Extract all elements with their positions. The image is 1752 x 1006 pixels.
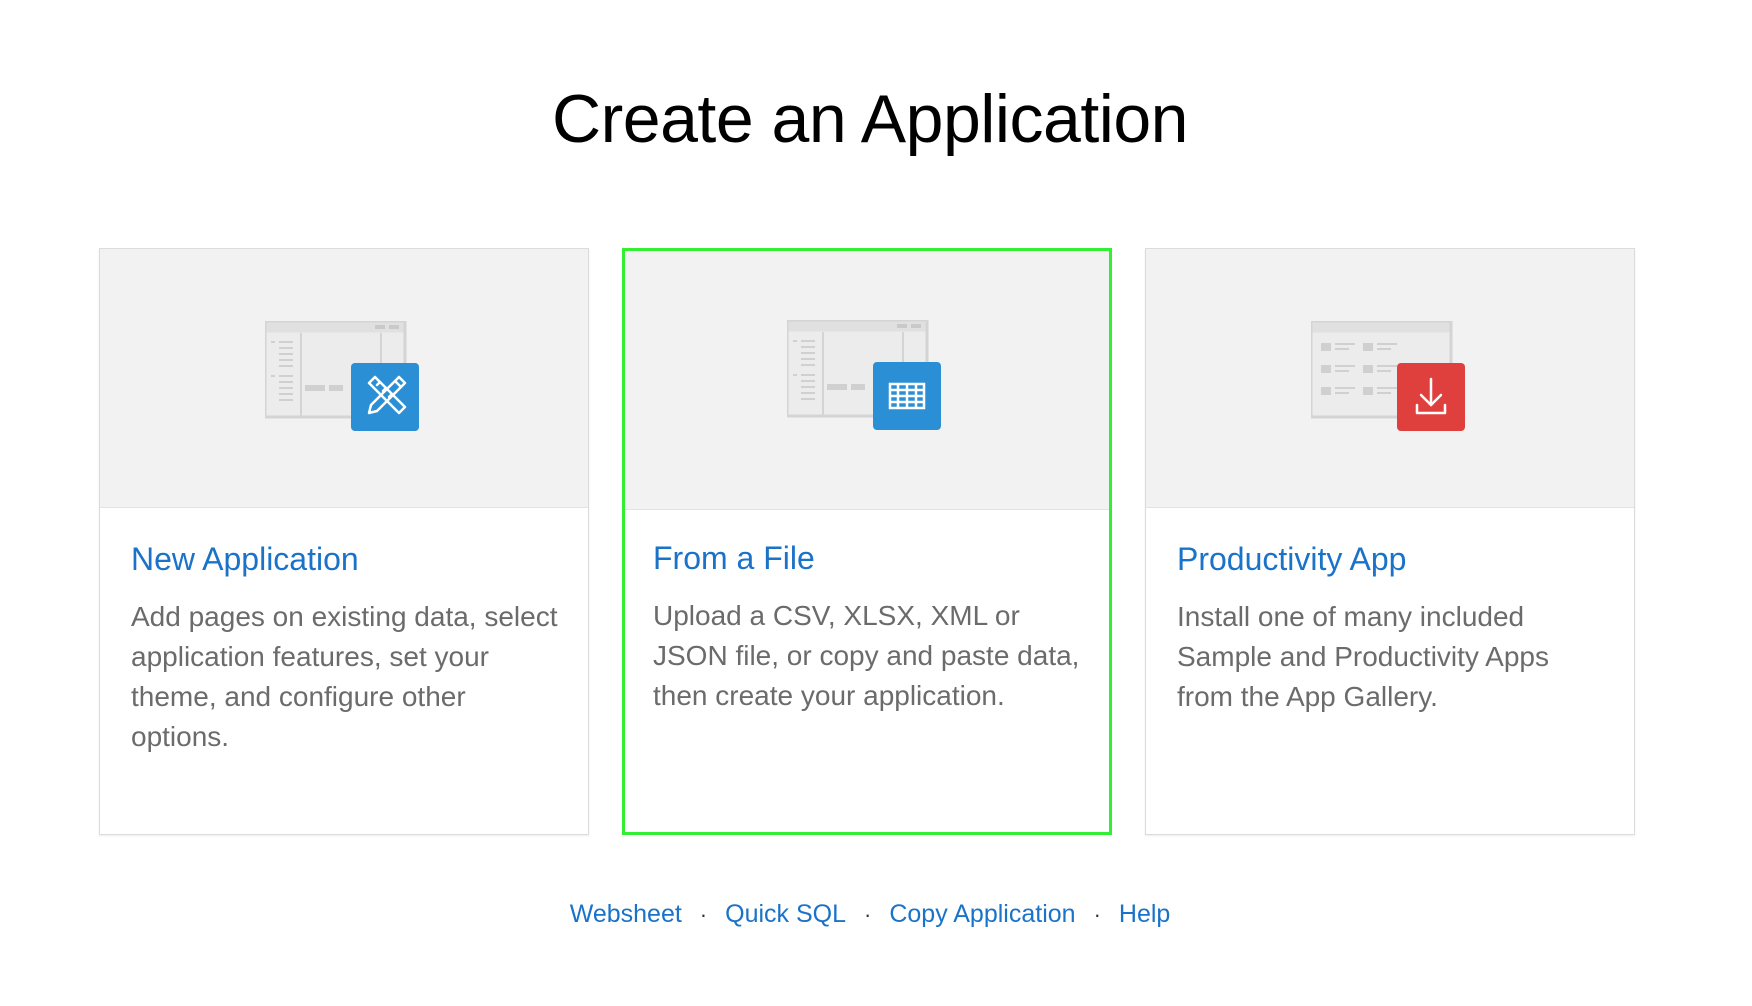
new-application-illustration <box>265 321 419 431</box>
card-title[interactable]: Productivity App <box>1177 537 1610 581</box>
from-a-file-card[interactable]: From a File Upload a CSV, XLSX, XML or J… <box>622 248 1112 835</box>
card-hero <box>625 251 1109 510</box>
card-body: From a File Upload a CSV, XLSX, XML or J… <box>653 536 1085 716</box>
card-description: Install one of many included Sample and … <box>1177 601 1549 712</box>
link-separator: · <box>699 902 708 927</box>
card-description: Upload a CSV, XLSX, XML or JSON file, or… <box>653 600 1080 711</box>
footer-links: Websheet · Quick SQL · Copy Application · Help <box>0 900 1740 929</box>
quick-sql-link[interactable]: Quick SQL <box>725 900 846 928</box>
from-a-file-illustration <box>787 320 941 430</box>
card-hero <box>1146 249 1634 508</box>
card-description: Add pages on existing data, select appli… <box>131 601 558 752</box>
card-hero <box>100 249 588 508</box>
websheet-link[interactable]: Websheet <box>570 900 682 928</box>
card-body: New Application Add pages on existing da… <box>131 537 564 757</box>
card-body: Productivity App Install one of many inc… <box>1177 537 1610 717</box>
link-separator: · <box>1093 902 1101 927</box>
card-title[interactable]: New Application <box>131 537 564 581</box>
copy-application-link[interactable]: Copy Application <box>889 900 1075 928</box>
productivity-app-card[interactable]: Productivity App Install one of many inc… <box>1145 248 1635 835</box>
productivity-app-illustration <box>1311 321 1465 431</box>
new-application-card[interactable]: New Application Add pages on existing da… <box>99 248 589 835</box>
link-separator: · <box>864 902 872 927</box>
card-title[interactable]: From a File <box>653 536 1085 580</box>
help-link[interactable]: Help <box>1119 900 1170 928</box>
page-title: Create an Application <box>552 81 1188 157</box>
